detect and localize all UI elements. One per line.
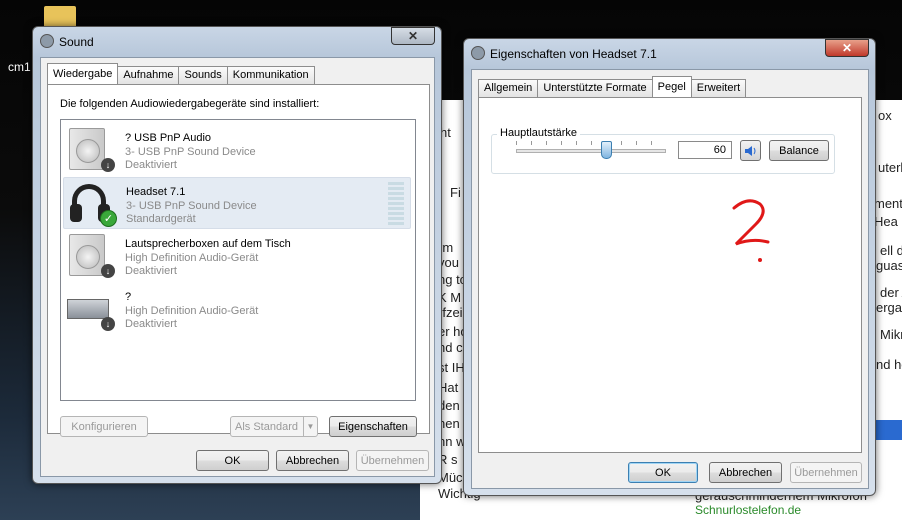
background-text-line: ment.p (874, 196, 902, 211)
set-default-label: Als Standard (235, 420, 298, 433)
properties-client: Allgemein Unterstützte Formate Pegel Erw… (471, 69, 869, 489)
instruction-text: Die folgenden Audiowiedergabegeräte sind… (60, 98, 320, 110)
speaker-icon: ↓ (67, 234, 115, 278)
device-driver: 3- USB PnP Sound Device (126, 200, 257, 212)
tab-wiedergabe[interactable]: Wiedergabe (47, 63, 119, 84)
sound-title: Sound (59, 35, 94, 49)
speaker-icon (40, 34, 54, 48)
level-meter (388, 182, 404, 226)
volume-slider-thumb[interactable] (601, 141, 612, 159)
close-button[interactable]: ✕ (391, 27, 435, 45)
device-name: ? USB PnP Audio (125, 132, 212, 144)
cancel-button[interactable]: Abbrechen (709, 462, 782, 483)
background-text-line: Hea (874, 214, 898, 229)
tab-kommunikation[interactable]: Kommunikation (226, 66, 315, 84)
background-text-line: erga (876, 300, 902, 315)
properties-tabs: Allgemein Unterstützte Formate Pegel Erw… (478, 76, 747, 97)
sound-window: Sound ✕ Wiedergabe Aufnahme Sounds Kommu… (32, 26, 442, 484)
master-volume-label: Hauptlautstärke (497, 127, 581, 139)
volume-slider-track[interactable] (516, 149, 666, 153)
background-text-line: nd he (876, 357, 902, 372)
properties-title: Eigenschaften von Headset 7.1 (490, 47, 657, 61)
properties-button[interactable]: Eigenschaften (329, 416, 417, 437)
device-driver: High Definition Audio-Gerät (125, 252, 259, 264)
device-item[interactable]: ↓ Lautsprecherboxen auf dem Tisch High D… (63, 230, 411, 282)
background-text-line: ell d (880, 243, 902, 258)
background-text-line: Mikr (880, 327, 902, 342)
sound-client: Wiedergabe Aufnahme Sounds Kommunikation… (40, 57, 435, 477)
sound-titlebar[interactable]: Sound ✕ (33, 27, 441, 57)
tab-erweitert[interactable]: Erweitert (690, 79, 747, 97)
volume-value-field[interactable]: 60 (678, 141, 732, 159)
tab-allgemein[interactable]: Allgemein (478, 79, 539, 97)
device-name: ? (125, 291, 132, 303)
ok-button[interactable]: OK (196, 450, 269, 471)
background-footer-link[interactable]: Schnurlostelefon.de (695, 503, 801, 517)
sound-tabs: Wiedergabe Aufnahme Sounds Kommunikation (47, 63, 315, 84)
close-button[interactable]: ✕ (825, 39, 869, 57)
balance-button[interactable]: Balance (769, 140, 829, 161)
background-highlight (876, 420, 902, 440)
background-text-line: guas (876, 258, 902, 273)
background-text-line: uterb (878, 160, 902, 175)
wiedergabe-panel: Die folgenden Audiowiedergabegeräte sind… (47, 84, 430, 437)
device-status: Deaktiviert (125, 265, 177, 277)
checkmark-icon: ✓ (100, 210, 117, 227)
background-text-line: st IH (438, 360, 465, 375)
chevron-down-icon[interactable]: ▼ (303, 417, 317, 436)
slider-ticks (516, 141, 666, 145)
device-status: Deaktiviert (125, 159, 177, 171)
device-status: Standardgerät (126, 213, 196, 225)
speaker-icon (744, 145, 755, 156)
apply-button[interactable]: Übernehmen (356, 450, 429, 471)
device-status: Deaktiviert (125, 318, 177, 330)
device-driver: High Definition Audio-Gerät (125, 305, 259, 317)
configure-button[interactable]: Konfigurieren (60, 416, 148, 437)
tab-sounds[interactable]: Sounds (178, 66, 228, 84)
digital-output-icon: ↓ (67, 287, 115, 331)
mute-speaker-button[interactable] (740, 140, 761, 161)
tab-unterstuetzte-formate[interactable]: Unterstützte Formate (537, 79, 653, 97)
cancel-button[interactable]: Abbrechen (276, 450, 349, 471)
background-text-line: der A (880, 285, 902, 300)
device-driver: 3- USB PnP Sound Device (125, 146, 256, 158)
tab-aufnahme[interactable]: Aufnahme (117, 66, 180, 84)
headset-icon: ✓ (68, 182, 117, 227)
device-list[interactable]: ↓ ? USB PnP Audio 3- USB PnP Sound Devic… (60, 119, 416, 401)
headset-icon (471, 46, 485, 60)
background-text-line: Fi (450, 185, 461, 200)
device-item[interactable]: ↓ ? USB PnP Audio 3- USB PnP Sound Devic… (63, 124, 411, 176)
device-name: Lautsprecherboxen auf dem Tisch (125, 238, 291, 250)
apply-button[interactable]: Übernehmen (790, 462, 862, 483)
speaker-icon: ↓ (67, 128, 115, 172)
device-item-selected[interactable]: ✓ Headset 7.1 3- USB PnP Sound Device St… (63, 177, 411, 229)
tab-pegel[interactable]: Pegel (651, 76, 692, 97)
device-name: Headset 7.1 (126, 186, 186, 198)
pegel-panel: Hauptlautstärke 60 Balance (478, 97, 862, 453)
desktop-label: cm1 (8, 60, 31, 74)
properties-titlebar[interactable]: Eigenschaften von Headset 7.1 ✕ (464, 39, 875, 69)
master-volume-group: Hauptlautstärke 60 Balance (491, 127, 835, 174)
properties-window: Eigenschaften von Headset 7.1 ✕ Allgemei… (463, 38, 876, 496)
ok-button[interactable]: OK (628, 462, 698, 483)
device-item[interactable]: ↓ ? High Definition Audio-Gerät Deaktivi… (63, 283, 411, 335)
question-mark-annotation (732, 199, 770, 262)
background-text-line: ox (878, 108, 892, 123)
set-default-button[interactable]: Als Standard ▼ (230, 416, 318, 437)
